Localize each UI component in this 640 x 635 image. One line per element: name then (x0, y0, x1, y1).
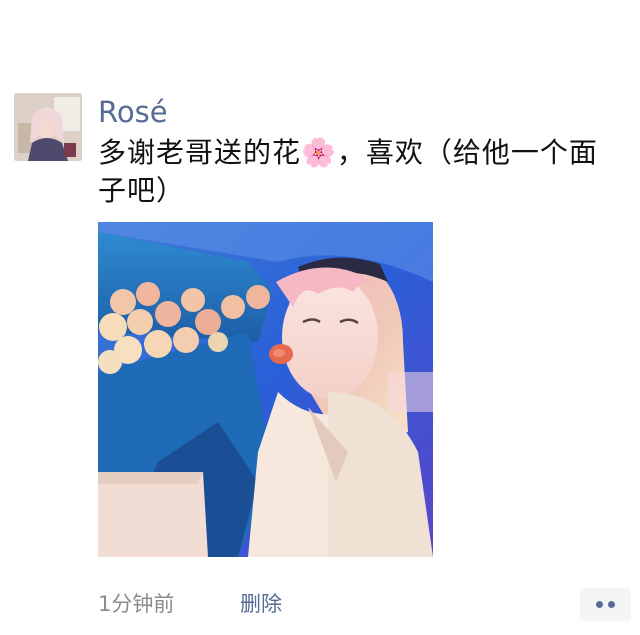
timestamp: 1分钟前 (98, 592, 175, 616)
moment-post: Rosé 多谢老哥送的花🌸，喜欢（给他一个面子吧） 1分钟前 删除 (0, 0, 640, 635)
username[interactable]: Rosé (98, 93, 168, 131)
avatar[interactable] (14, 93, 82, 161)
delete-button[interactable]: 删除 (240, 589, 282, 619)
more-actions-button[interactable] (580, 588, 631, 621)
avatar-image (14, 93, 82, 161)
photo-image (98, 222, 433, 557)
ellipsis-dot (608, 601, 615, 608)
ellipsis-dot (596, 601, 603, 608)
post-photo[interactable] (98, 222, 433, 557)
post-caption: 多谢老哥送的花🌸，喜欢（给他一个面子吧） (98, 136, 598, 207)
